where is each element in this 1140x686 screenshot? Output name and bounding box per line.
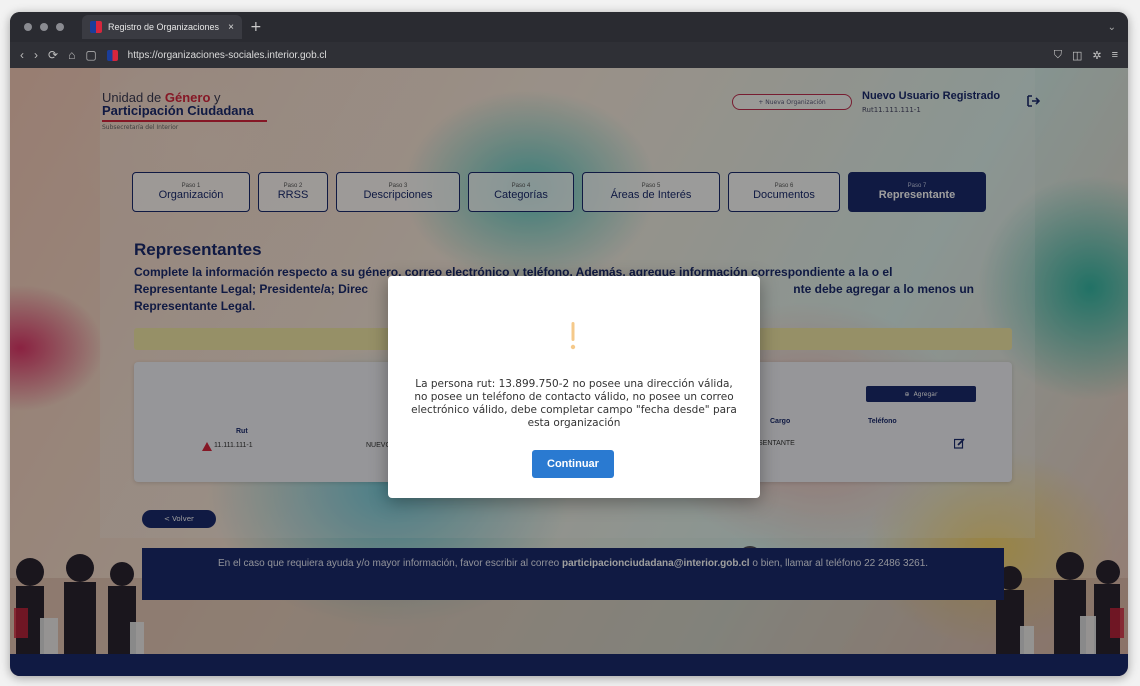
- site-favicon-icon: [90, 21, 102, 33]
- reload-icon[interactable]: ⟳: [48, 48, 58, 62]
- tab-close-icon[interactable]: ×: [228, 22, 234, 33]
- site-security-icon: [106, 49, 118, 61]
- home-icon[interactable]: ⌂: [68, 48, 75, 62]
- browser-tab[interactable]: Registro de Organizaciones ×: [82, 15, 242, 39]
- tab-title: Registro de Organizaciones: [108, 22, 220, 32]
- window-controls: [24, 23, 64, 31]
- browser-toolbar-right: ⛉ ◫ ✲ ≡: [1054, 49, 1118, 62]
- back-arrow-icon[interactable]: ‹: [20, 48, 24, 62]
- continue-button[interactable]: Continuar: [532, 450, 614, 478]
- extensions-icon[interactable]: ✲: [1092, 49, 1101, 62]
- dialog-message: La persona rut: 13.899.750-2 no posee un…: [411, 378, 737, 429]
- bookmark-icon[interactable]: ▢: [85, 48, 96, 62]
- tab-list-chevron-icon[interactable]: ⌄: [1108, 22, 1116, 33]
- address-bar: ‹ › ⟳ ⌂ ▢ https://organizaciones-sociale…: [10, 42, 1128, 68]
- forward-arrow-icon[interactable]: ›: [34, 48, 38, 62]
- page-viewport: Unidad de Género y Participación Ciudada…: [10, 68, 1128, 676]
- close-window-dot[interactable]: [24, 23, 32, 31]
- menu-icon[interactable]: ≡: [1112, 49, 1118, 62]
- url-field[interactable]: https://organizaciones-sociales.interior…: [128, 50, 327, 61]
- alert-dialog: La persona rut: 13.899.750-2 no posee un…: [388, 276, 760, 498]
- new-tab-button[interactable]: +: [250, 19, 262, 35]
- sidebar-icon[interactable]: ◫: [1072, 49, 1082, 62]
- maximize-window-dot[interactable]: [56, 23, 64, 31]
- browser-window: Registro de Organizaciones × + ⌄ ‹ › ⟳ ⌂…: [10, 12, 1128, 676]
- warning-icon: [570, 322, 576, 350]
- tab-bar: Registro de Organizaciones × + ⌄: [10, 12, 1128, 42]
- minimize-window-dot[interactable]: [40, 23, 48, 31]
- shield-icon[interactable]: ⛉: [1054, 49, 1062, 62]
